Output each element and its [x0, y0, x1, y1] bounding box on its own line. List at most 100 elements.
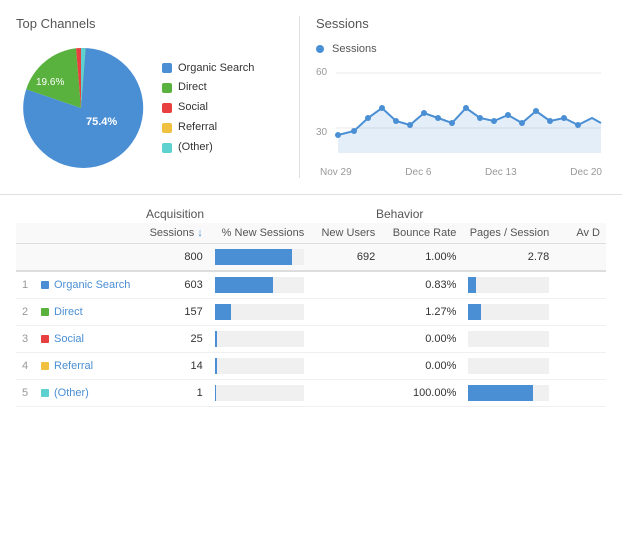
- svg-text:30: 30: [316, 127, 328, 138]
- bounce-rate-value: 100.00%: [381, 380, 462, 407]
- table-row: 5(Other)1 100.00%: [16, 380, 606, 407]
- table-row: 2Direct157 1.27%: [16, 299, 606, 326]
- channel-icon: [41, 281, 49, 289]
- th-pages-session: Pages / Session: [462, 223, 555, 244]
- new-sessions-bar: [209, 380, 310, 407]
- channel-cell[interactable]: 1Organic Search: [16, 271, 138, 299]
- legend-label-social: Social: [178, 98, 208, 118]
- bounce-rate-value: 0.83%: [381, 271, 462, 299]
- th-bounce-rate: Bounce Rate: [381, 223, 462, 244]
- x-label-dec20: Dec 20: [570, 167, 602, 178]
- channel-cell[interactable]: 4Referral: [16, 353, 138, 380]
- svg-text:60: 60: [316, 67, 328, 78]
- legend-dot-other: [162, 143, 172, 153]
- bounce-rate-value: 0.00%: [381, 353, 462, 380]
- sessions-value: 14: [138, 353, 209, 380]
- new-users-value: [310, 326, 381, 353]
- svg-text:19.6%: 19.6%: [36, 77, 64, 88]
- th-new-users: New Users: [310, 223, 381, 244]
- channel-cell[interactable]: 5(Other): [16, 380, 138, 407]
- total-new-sessions-bar: [209, 244, 310, 272]
- table-row: 4Referral14 0.00%: [16, 353, 606, 380]
- sessions-value: 25: [138, 326, 209, 353]
- total-sessions: 800: [138, 244, 209, 272]
- total-avg-duration: [555, 244, 606, 272]
- legend-label-organic: Organic Search: [178, 59, 254, 79]
- legend-dot-referral: [162, 123, 172, 133]
- pie-legend: Organic Search Direct Social Referral (O…: [162, 59, 254, 158]
- new-users-value: [310, 353, 381, 380]
- channel-icon: [41, 308, 49, 316]
- top-channels-panel: Top Channels 75.4% 19.6%: [0, 16, 300, 178]
- channel-link[interactable]: Referral: [54, 360, 93, 372]
- channel-link[interactable]: Social: [54, 333, 84, 345]
- th-new-sessions: % New Sessions: [209, 223, 310, 244]
- sessions-line-chart: 60 30: [316, 63, 606, 163]
- legend-dot-direct: [162, 83, 172, 93]
- pages-session-bar: [462, 353, 555, 380]
- bounce-rate-value: 1.27%: [381, 299, 462, 326]
- sessions-value: 1: [138, 380, 209, 407]
- total-new-users: 692: [310, 244, 381, 272]
- channel-link[interactable]: Organic Search: [54, 279, 130, 291]
- pages-session-bar: [462, 271, 555, 299]
- table-header-row: Sessions ↓ % New Sessions New Users Boun…: [16, 223, 606, 244]
- channel-link[interactable]: Direct: [54, 306, 83, 318]
- channel-icon: [41, 389, 49, 397]
- legend-label-referral: Referral: [178, 118, 217, 138]
- legend-referral: Referral: [162, 118, 254, 138]
- channel-link[interactable]: (Other): [54, 387, 89, 399]
- bottom-section: Acquisition Behavior Sessions ↓ % New Se…: [0, 195, 622, 419]
- new-users-value: [310, 299, 381, 326]
- top-channels-title: Top Channels: [16, 16, 283, 31]
- legend-social: Social: [162, 98, 254, 118]
- data-table: Sessions ↓ % New Sessions New Users Boun…: [16, 223, 606, 407]
- new-sessions-bar: [209, 353, 310, 380]
- th-avg-duration: Av D: [555, 223, 606, 244]
- table-row: 1Organic Search603 0.83%: [16, 271, 606, 299]
- channel-icon: [41, 362, 49, 370]
- avg-duration-value: [555, 353, 606, 380]
- legend-dot-social: [162, 103, 172, 113]
- sessions-legend: Sessions: [316, 43, 606, 55]
- acquisition-label: Acquisition: [146, 207, 376, 221]
- avg-duration-value: [555, 271, 606, 299]
- pages-session-bar: [462, 380, 555, 407]
- legend-organic: Organic Search: [162, 59, 254, 79]
- new-users-value: [310, 380, 381, 407]
- new-sessions-bar: [209, 299, 310, 326]
- pages-session-bar: [462, 299, 555, 326]
- legend-label-other: (Other): [178, 138, 213, 158]
- sessions-legend-label: Sessions: [332, 43, 377, 55]
- behavior-label: Behavior: [376, 207, 423, 221]
- sessions-value: 603: [138, 271, 209, 299]
- channel-icon: [41, 335, 49, 343]
- legend-label-direct: Direct: [178, 78, 207, 98]
- avg-duration-value: [555, 380, 606, 407]
- new-sessions-bar: [209, 326, 310, 353]
- legend-other: (Other): [162, 138, 254, 158]
- th-sessions[interactable]: Sessions ↓: [138, 223, 209, 244]
- avg-duration-value: [555, 299, 606, 326]
- total-row: 800 692 1.00% 2.78: [16, 244, 606, 272]
- total-pages-session: 2.78: [462, 244, 555, 272]
- svg-text:75.4%: 75.4%: [86, 116, 117, 128]
- table-row: 3Social25 0.00%: [16, 326, 606, 353]
- pie-chart: 75.4% 19.6%: [16, 43, 146, 173]
- new-users-value: [310, 271, 381, 299]
- legend-dot-organic: [162, 63, 172, 73]
- sessions-title: Sessions: [316, 16, 606, 31]
- legend-direct: Direct: [162, 78, 254, 98]
- avg-duration-value: [555, 326, 606, 353]
- x-label-dec13: Dec 13: [485, 167, 517, 178]
- new-sessions-bar: [209, 271, 310, 299]
- sessions-panel: Sessions Sessions 60 30: [300, 16, 622, 178]
- channel-cell[interactable]: 3Social: [16, 326, 138, 353]
- th-channel: [16, 223, 138, 244]
- sessions-value: 157: [138, 299, 209, 326]
- x-label-nov29: Nov 29: [320, 167, 352, 178]
- x-label-dec6: Dec 6: [405, 167, 431, 178]
- channel-cell[interactable]: 2Direct: [16, 299, 138, 326]
- total-label: [16, 244, 138, 272]
- bounce-rate-value: 0.00%: [381, 326, 462, 353]
